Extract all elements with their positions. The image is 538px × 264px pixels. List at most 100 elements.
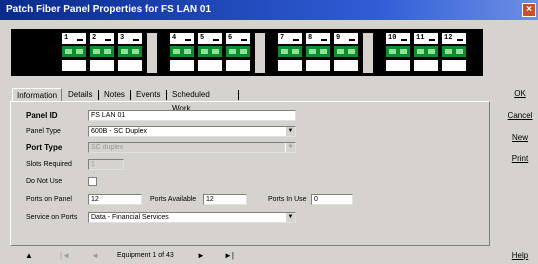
panel-port[interactable]: 7 — [277, 33, 303, 73]
port-label — [62, 60, 86, 71]
tab-separator — [98, 90, 99, 100]
port-label — [198, 60, 222, 71]
panel-type-label: Panel Type — [26, 128, 61, 135]
panel-port[interactable]: 10 — [385, 33, 411, 73]
panel-port[interactable]: 2 — [89, 33, 115, 73]
port-label — [118, 60, 142, 71]
slots-required-input: 1 — [88, 159, 124, 170]
chevron-down-icon[interactable]: ▼ — [285, 127, 295, 136]
port-label — [334, 60, 358, 71]
ports-available-input: 12 — [203, 194, 247, 205]
tab-scheduled-work[interactable]: Scheduled Work — [168, 88, 214, 113]
slots-required-label: Slots Required — [26, 161, 72, 168]
ports-on-panel-label: Ports on Panel — [26, 196, 72, 203]
port-label — [90, 60, 114, 71]
slot-divider — [147, 33, 157, 73]
tab-separator — [130, 90, 131, 100]
ok-button[interactable]: OK — [502, 86, 538, 102]
fiber-jack-icon — [118, 46, 142, 57]
port-type-select: SC duplex ▼ — [88, 142, 296, 153]
panel-port[interactable]: 6 — [225, 33, 251, 73]
tab-notes[interactable]: Notes — [100, 88, 129, 102]
tab-separator — [238, 90, 239, 100]
panel-port[interactable]: 4 — [169, 33, 195, 73]
panel-type-select[interactable]: 600B - SC Duplex ▼ — [88, 126, 296, 137]
do-not-use-label: Do Not Use — [26, 178, 63, 185]
fiber-jack-icon — [278, 46, 302, 57]
ports-on-panel-input: 12 — [88, 194, 142, 205]
service-on-ports-label: Service on Ports — [26, 214, 78, 221]
port-label — [170, 60, 194, 71]
port-number: 2 — [90, 33, 114, 44]
service-on-ports-value: Data - Financial Services — [91, 214, 169, 221]
panel-port[interactable]: 5 — [197, 33, 223, 73]
fiber-jack-icon — [198, 46, 222, 57]
ports-in-use-label: Ports In Use — [268, 196, 307, 203]
tab-details[interactable]: Details — [64, 88, 96, 102]
prev-record-icon: ◄ — [91, 251, 99, 260]
panel-port[interactable]: 12 — [441, 33, 467, 73]
slot-divider — [255, 33, 265, 73]
port-number: 3 — [118, 33, 142, 44]
ports-in-use-input: 0 — [311, 194, 353, 205]
port-number: 4 — [170, 33, 194, 44]
fiber-jack-icon — [62, 46, 86, 57]
port-number: 11 — [414, 33, 438, 44]
close-button[interactable]: × — [522, 3, 536, 17]
next-record-icon[interactable]: ► — [194, 250, 208, 262]
slot-divider — [363, 33, 373, 73]
tab-events[interactable]: Events — [132, 88, 164, 102]
print-button[interactable]: Print — [502, 151, 538, 167]
last-record-icon[interactable]: ►| — [222, 250, 236, 262]
record-navigator: ▲ |◄ ◄ Equipment 1 of 43 ► ►| — [0, 250, 538, 264]
fiber-jack-icon — [414, 46, 438, 57]
tab-panel-information — [10, 101, 490, 246]
port-label — [414, 60, 438, 71]
panel-id-label: Panel ID — [26, 111, 58, 120]
port-number: 8 — [306, 33, 330, 44]
service-on-ports-select[interactable]: Data - Financial Services ▼ — [88, 212, 296, 223]
fiber-jack-icon — [386, 46, 410, 57]
panel-port[interactable]: 3 — [117, 33, 143, 73]
panel-port[interactable]: 1 — [61, 33, 87, 73]
chevron-down-icon[interactable]: ▼ — [285, 213, 295, 222]
fiber-panel-diagram: 1 2 3 4 5 6 7 8 9 10 11 12 — [11, 29, 483, 76]
close-icon: × — [526, 4, 532, 15]
fiber-jack-icon — [306, 46, 330, 57]
ports-available-label: Ports Available — [150, 196, 197, 203]
port-type-label: Port Type — [26, 143, 63, 152]
port-number: 6 — [226, 33, 250, 44]
fiber-jack-icon — [226, 46, 250, 57]
port-number: 1 — [62, 33, 86, 44]
port-number: 7 — [278, 33, 302, 44]
tab-information[interactable]: Information — [12, 88, 63, 102]
fiber-jack-icon — [90, 46, 114, 57]
panel-type-value: 600B - SC Duplex — [91, 128, 148, 135]
port-type-value: SC duplex — [91, 144, 124, 151]
first-record-icon: |◄ — [60, 251, 70, 260]
panel-port[interactable]: 9 — [333, 33, 359, 73]
panel-port[interactable]: 8 — [305, 33, 331, 73]
cancel-button[interactable]: Cancel — [502, 108, 538, 124]
panel-port[interactable]: 11 — [413, 33, 439, 73]
port-label — [386, 60, 410, 71]
port-number: 10 — [386, 33, 410, 44]
panel-id-input[interactable]: FS LAN 01 — [88, 110, 296, 121]
do-not-use-checkbox[interactable] — [88, 177, 97, 186]
fiber-jack-icon — [334, 46, 358, 57]
fiber-jack-icon — [170, 46, 194, 57]
fiber-jack-icon — [442, 46, 466, 57]
record-position-text: Equipment 1 of 43 — [117, 252, 174, 259]
new-button[interactable]: New — [502, 130, 538, 146]
window-titlebar: Patch Fiber Panel Properties for FS LAN … — [0, 0, 538, 20]
port-number: 9 — [334, 33, 358, 44]
tab-separator — [166, 90, 167, 100]
port-label — [442, 60, 466, 71]
chevron-down-icon: ▼ — [285, 143, 295, 152]
port-label — [306, 60, 330, 71]
up-arrow-icon[interactable]: ▲ — [22, 250, 36, 262]
window-title: Patch Fiber Panel Properties for FS LAN … — [6, 4, 212, 15]
port-number: 5 — [198, 33, 222, 44]
port-label — [278, 60, 302, 71]
port-label — [226, 60, 250, 71]
